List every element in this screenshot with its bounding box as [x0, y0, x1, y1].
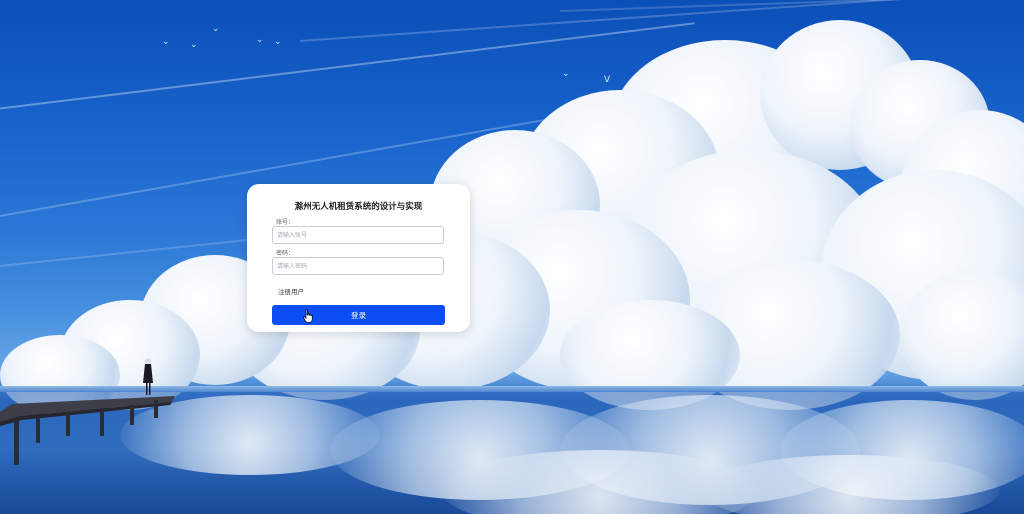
register-user-link[interactable]: 注册用户 — [278, 286, 304, 296]
account-input[interactable] — [272, 226, 444, 244]
hand-pointer-icon — [303, 309, 313, 323]
login-title: 滁州无人机租赁系统的设计与实现 — [294, 202, 423, 212]
account-label: 账号： — [276, 219, 295, 226]
person-figure — [143, 358, 153, 395]
login-card: 滁州无人机租赁系统的设计与实现 账号： 密码： 注册用户 登录 — [247, 184, 470, 332]
password-input[interactable] — [272, 257, 444, 275]
login-button[interactable]: 登录 — [272, 305, 445, 325]
password-label: 密码： — [276, 250, 295, 257]
login-page-background: ⌄ ⌄ ⌄ ⌄ ⌄ ⌄ ⌄ V V ⌄ — [0, 0, 1024, 514]
wooden-pier — [0, 396, 175, 465]
